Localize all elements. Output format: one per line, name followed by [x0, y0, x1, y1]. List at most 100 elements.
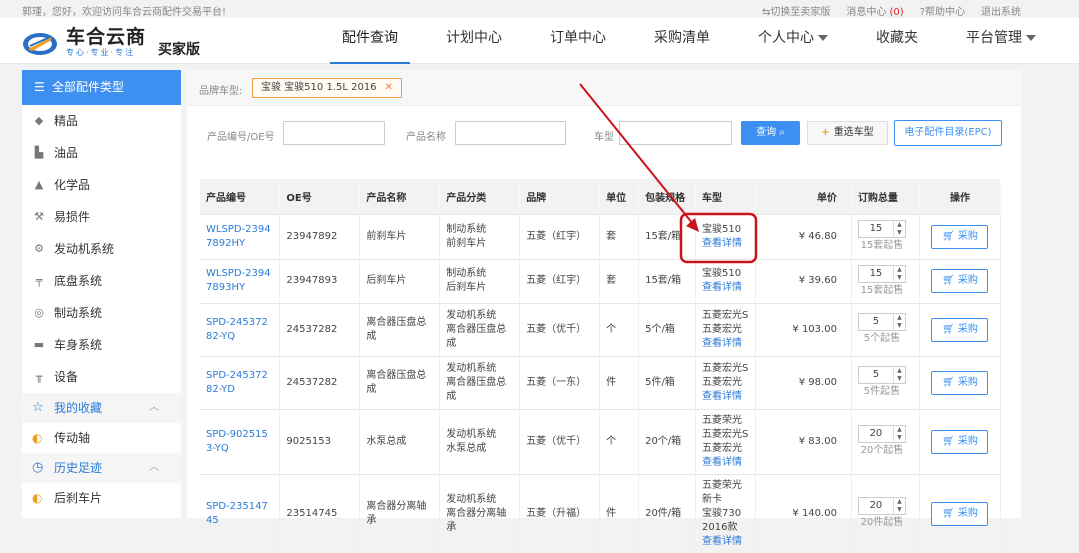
quantity-value[interactable]: 15 [859, 221, 893, 237]
chevron-up-icon[interactable]: ▲ [894, 426, 905, 434]
header: 车合云商 专心·专业·专注 买家版 配件查询 计划中心 订单中心 采购清单 个人… [0, 18, 1079, 64]
chevron-up-icon[interactable]: ▲ [894, 367, 905, 375]
quantity-stepper[interactable]: 15 ▲ ▼ [857, 264, 906, 283]
chevron-up-icon[interactable]: ▲ [894, 498, 905, 506]
chevron-down-icon[interactable]: ▼ [894, 375, 905, 383]
close-icon[interactable]: ✕ [385, 82, 393, 93]
view-details-link[interactable]: 查看详情 [702, 390, 749, 404]
product-code-link[interactable]: WLSPD-23947893HY [200, 258, 281, 303]
oil-can-icon: ▙ [34, 146, 44, 159]
logout-link[interactable]: 退出系统 [981, 3, 1021, 18]
product-code-link[interactable]: SPD-9025153-YQ [200, 408, 281, 474]
nav-personal-center[interactable]: 个人中心 [734, 18, 852, 64]
chevron-down-icon[interactable]: ▼ [894, 274, 905, 282]
vehicle-cell: 宝骏510 查看详情 [695, 213, 756, 259]
purchase-button[interactable]: 🛒︎ 采购 [931, 370, 989, 395]
sidebar-item-engine[interactable]: ⚙ 发动机系统 [22, 233, 181, 265]
sidebar-item-boutique[interactable]: ◆ 精品 [22, 105, 181, 137]
sidebar-item-chemicals[interactable]: ▲ 化学品 [22, 169, 181, 201]
product-code-input[interactable] [283, 121, 385, 145]
nav-parts-query[interactable]: 配件查询 [318, 18, 422, 64]
quantity-value[interactable]: 20 [859, 426, 893, 442]
stepper-arrows[interactable]: ▲ ▼ [892, 367, 905, 383]
purchase-button[interactable]: 🛒︎ 采购 [931, 224, 989, 249]
chevron-down-icon [818, 35, 828, 41]
quantity-value[interactable]: 15 [859, 266, 893, 282]
sidebar-item-body[interactable]: ▬ 车身系统 [22, 329, 181, 361]
switch-to-seller-link[interactable]: ⇆切换至卖家版 [762, 3, 830, 18]
quantity-stepper[interactable]: 20 ▲ ▼ [857, 425, 906, 443]
nav-plan-center[interactable]: 计划中心 [422, 18, 526, 64]
view-details-link[interactable]: 查看详情 [702, 337, 749, 351]
epc-catalog-button[interactable]: 电子配件目录(EPC) [894, 120, 1002, 146]
vehicle-cell: 五菱宏光S 五菱宏光 查看详情 [695, 355, 756, 409]
search-button[interactable]: 查询 ⌕ [741, 121, 800, 145]
nav-platform-admin[interactable]: 平台管理 [942, 18, 1060, 64]
vehicle-model: 宝骏730 2016款 [702, 507, 742, 533]
vehicle-model: 五菱荣光 [702, 414, 743, 426]
quantity-stepper[interactable]: 5 ▲ ▼ [857, 366, 906, 384]
logo[interactable]: 车合云商 专心·专业·专注 买家版 [22, 25, 200, 59]
quantity-stepper[interactable]: 5 ▲ ▼ [857, 313, 906, 331]
help-center-link[interactable]: ?帮助中心 [920, 3, 965, 18]
chevron-down-icon[interactable]: ▼ [894, 322, 905, 330]
purchase-button[interactable]: 🛒︎ 采购 [931, 269, 989, 293]
chevron-down-icon[interactable]: ▼ [894, 229, 905, 237]
chevron-down-icon[interactable]: ▼ [894, 434, 905, 442]
all-categories-header[interactable]: ☰ 全部配件类型 [22, 70, 181, 105]
quantity-value[interactable]: 5 [859, 314, 893, 330]
packing-spec: 5件/箱 [638, 355, 697, 409]
nav-purchase-list[interactable]: 采购清单 [630, 18, 734, 64]
chevron-up-icon[interactable]: ▲ [894, 221, 905, 229]
nav-favorites[interactable]: 收藏夹 [852, 18, 942, 64]
product-code-link[interactable]: SPD-24537282-YQ [200, 302, 281, 356]
purchase-button[interactable]: 🛒︎ 采购 [931, 429, 989, 454]
product-code-link[interactable]: SPD-23514745 [200, 473, 281, 553]
sidebar-item-brake[interactable]: ◎ 制动系统 [22, 297, 181, 329]
quantity-value[interactable]: 5 [859, 367, 893, 383]
purchase-button[interactable]: 🛒︎ 采购 [931, 501, 989, 526]
stepper-arrows[interactable]: ▲ ▼ [892, 314, 905, 330]
car-icon: ▬ [33, 338, 45, 351]
vehicle-input[interactable] [619, 121, 732, 145]
chassis-icon: ╤ [35, 274, 43, 287]
stepper-arrows[interactable]: ▲ ▼ [892, 426, 905, 442]
sidebar-item-equipment[interactable]: ╥ 设备 [22, 361, 181, 393]
product-name-input[interactable] [455, 121, 566, 145]
vehicle-cell: 五菱荣光新卡 宝骏730 2016款 查看详情 [695, 473, 756, 553]
vehicle-cell: 宝骏510 查看详情 [695, 258, 756, 303]
product-code-link[interactable]: SPD-24537282-YD [200, 355, 281, 409]
stepper-arrows[interactable]: ▲ ▼ [892, 498, 905, 514]
favorites-section-label: 我的收藏 [54, 401, 103, 415]
view-details-link[interactable]: 查看详情 [702, 281, 749, 295]
product-code-link[interactable]: WLSPD-23947892HY [200, 213, 281, 259]
stepper-arrows[interactable]: ▲ ▼ [892, 265, 905, 282]
vehicle-cell: 五菱荣光 五菱宏光S 五菱宏光 查看详情 [695, 408, 756, 474]
history-section[interactable]: ◷ 历史足迹 ︿ [22, 453, 181, 483]
favorites-section[interactable]: ☆ 我的收藏 ︿ [22, 393, 181, 423]
purchase-button[interactable]: 🛒︎ 采购 [931, 317, 989, 342]
message-center-link[interactable]: 消息中心 (0) [846, 3, 903, 18]
view-details-link[interactable]: 查看详情 [702, 535, 749, 549]
sidebar-item-wear-parts[interactable]: ⚒ 易损件 [22, 201, 181, 233]
chevron-up-icon[interactable]: ▲ [894, 266, 905, 274]
stepper-arrows[interactable]: ▲ ▼ [892, 221, 905, 237]
history-item[interactable]: ◐ 后刹车片 [22, 483, 181, 513]
view-details-link[interactable]: 查看详情 [702, 456, 749, 470]
chevron-up-icon[interactable]: ▲ [894, 314, 905, 322]
brand-filter-row: 品牌车型: 宝骏 宝骏510 1.5L 2016 ✕ [187, 70, 1021, 106]
tool-icon: ╥ [35, 370, 43, 383]
chevron-down-icon[interactable]: ▼ [894, 506, 905, 514]
sidebar-item-chassis[interactable]: ╤ 底盘系统 [22, 265, 181, 297]
cart-icon: 🛒︎ [942, 507, 955, 519]
quantity-stepper[interactable]: 15 ▲ ▼ [857, 220, 906, 238]
product-category: 发动机系统 离合器分离轴承 [439, 473, 521, 553]
reselect-vehicle-button[interactable]: + 重选车型 [807, 121, 888, 145]
quantity-stepper[interactable]: 20 ▲ ▼ [857, 497, 906, 515]
nav-order-center[interactable]: 订单中心 [526, 18, 630, 64]
view-details-link[interactable]: 查看详情 [702, 237, 749, 251]
brand-tag[interactable]: 宝骏 宝骏510 1.5L 2016 ✕ [252, 78, 402, 98]
sidebar-item-oil[interactable]: ▙ 油品 [22, 137, 181, 169]
quantity-value[interactable]: 20 [859, 498, 893, 514]
favorite-item[interactable]: ◐ 传动轴 [22, 423, 181, 453]
